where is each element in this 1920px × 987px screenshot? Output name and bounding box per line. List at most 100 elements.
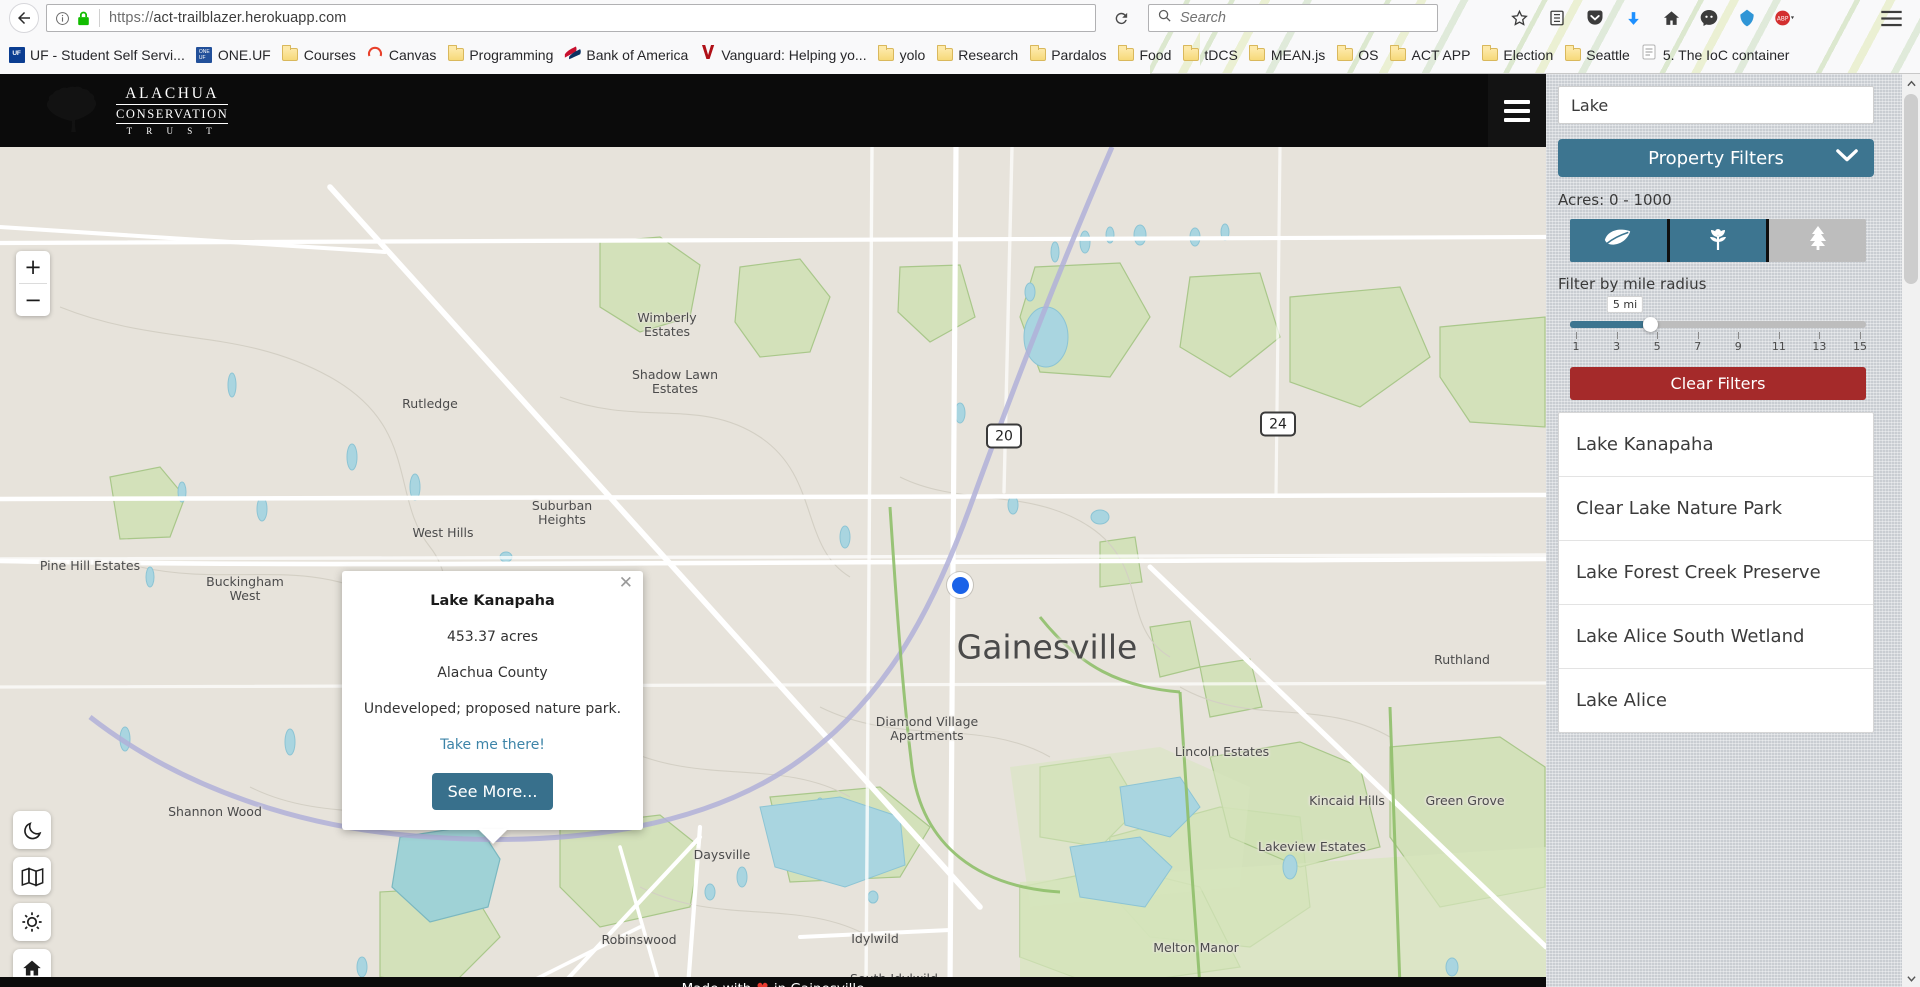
- settings-icon[interactable]: [13, 903, 51, 941]
- popup-pointer: [477, 829, 508, 844]
- sidebar-content: Property Filters Acres: 0 - 1000: [1546, 74, 1902, 987]
- page-info-icon[interactable]: [55, 11, 70, 26]
- sidebar-scrollbar[interactable]: [1902, 74, 1920, 987]
- chevron-up-icon[interactable]: [1902, 74, 1920, 92]
- chevron-down-icon[interactable]: [1902, 969, 1920, 987]
- bookmarks-bar: UF UF - Student Self Servi... ONE UF ONE.UF C…: [0, 36, 1920, 73]
- close-icon[interactable]: ✕: [619, 575, 633, 592]
- bookmark-icon: [936, 45, 953, 63]
- filter-toggle-sprout[interactable]: [1669, 219, 1770, 262]
- search-result-item[interactable]: Clear Lake Nature Park: [1559, 477, 1873, 541]
- zoom-out-button[interactable]: −: [16, 284, 50, 316]
- night-mode-icon[interactable]: [13, 811, 51, 849]
- star-icon[interactable]: [1500, 0, 1538, 36]
- logo-line-trust: T R U S T: [126, 125, 218, 136]
- folder-icon: [1182, 45, 1199, 61]
- bookmark-item[interactable]: Pardalos: [1025, 42, 1113, 68]
- bookmark-label: Vanguard: Helping yo...: [721, 46, 867, 63]
- bookmark-icon: [1390, 45, 1407, 63]
- search-result-item[interactable]: Lake Alice South Wetland: [1559, 605, 1873, 669]
- back-button[interactable]: [8, 2, 40, 34]
- bookmark-label: OS: [1358, 46, 1379, 63]
- bookmark-item[interactable]: tDCS: [1178, 42, 1244, 68]
- bookmark-item[interactable]: ONE UF ONE.UF: [192, 42, 278, 68]
- bookmark-item[interactable]: Research: [932, 42, 1025, 68]
- bookmark-item[interactable]: Food: [1113, 42, 1178, 68]
- lock-icon[interactable]: [77, 11, 90, 26]
- basemap-icon[interactable]: [13, 857, 51, 895]
- search-icon: [1157, 8, 1172, 28]
- bookmark-item[interactable]: Bank of America: [560, 42, 695, 68]
- search-result-item[interactable]: Lake Kanapaha: [1559, 413, 1873, 477]
- browser-menu-button[interactable]: [1872, 0, 1910, 36]
- footer-suffix: in Gainesville: [774, 981, 865, 987]
- bookmark-item[interactable]: UF UF - Student Self Servi...: [4, 42, 192, 68]
- bookmark-item[interactable]: yolo: [874, 42, 933, 68]
- site-logo[interactable]: ALACHUA CONSERVATION T R U S T: [42, 82, 229, 138]
- slider-tick-label: 11: [1771, 340, 1786, 353]
- bookmark-label: UF - Student Self Servi...: [30, 46, 185, 63]
- site-nav-toggle-button[interactable]: [1488, 74, 1546, 147]
- property-filters-header[interactable]: Property Filters: [1558, 139, 1874, 177]
- bookmark-item[interactable]: MEAN.js: [1245, 42, 1332, 68]
- slider-tick-label: 5: [1653, 340, 1661, 353]
- reload-button[interactable]: [1107, 4, 1135, 32]
- bookmark-item[interactable]: OS: [1332, 42, 1385, 68]
- pocket-icon[interactable]: [1576, 0, 1614, 36]
- bookmark-icon: [447, 45, 464, 63]
- downloads-icon[interactable]: [1614, 0, 1652, 36]
- bookmark-icon: [564, 46, 582, 63]
- clear-filters-button[interactable]: Clear Filters: [1570, 367, 1866, 400]
- url-text: https://act-trailblazer.herokuapp.com: [109, 10, 346, 26]
- popup-county: Alachua County: [437, 665, 548, 681]
- folder-icon: [936, 45, 953, 61]
- bookmark-label: Courses: [303, 46, 356, 63]
- bookmark-item[interactable]: Vanguard: Helping yo...: [695, 42, 873, 68]
- search-input[interactable]: [1558, 86, 1874, 124]
- search-result-item[interactable]: Lake Forest Creek Preserve: [1559, 541, 1873, 605]
- bookmark-item[interactable]: Programming: [443, 42, 560, 68]
- map-canvas[interactable]: Wimberly Estates Shadow Lawn Estates Rutle…: [0, 147, 1546, 987]
- bookmark-item[interactable]: Courses: [278, 42, 363, 68]
- bookmark-label: Food: [1139, 46, 1172, 63]
- radius-slider-track[interactable]: [1570, 317, 1866, 332]
- messenger-icon[interactable]: [1690, 0, 1728, 36]
- bookmark-item[interactable]: Seattle: [1560, 42, 1637, 68]
- one-uf-icon: ONE UF: [196, 46, 213, 63]
- slider-tick-mark: [1657, 332, 1659, 339]
- grammarly-icon[interactable]: [1728, 0, 1766, 36]
- bookmark-item[interactable]: ACT APP: [1386, 42, 1478, 68]
- logo-line-conservation: CONSERVATION: [116, 106, 229, 121]
- bookmark-icon: [1029, 45, 1046, 63]
- bookmark-icon: [1336, 45, 1353, 63]
- url-bar[interactable]: https://act-trailblazer.herokuapp.com: [46, 4, 1096, 32]
- radius-slider-thumb[interactable]: [1643, 317, 1658, 332]
- adblock-plus-icon[interactable]: ABP: [1766, 0, 1804, 36]
- bookmark-item[interactable]: Canvas: [363, 42, 443, 68]
- bookmark-item[interactable]: Election: [1477, 42, 1560, 68]
- user-location-marker: [947, 572, 973, 598]
- bookmark-label: ONE.UF: [217, 46, 271, 63]
- popup-title: Lake Kanapaha: [430, 593, 555, 609]
- radius-value-bubble: 5 mi: [1606, 296, 1644, 313]
- search-result-item[interactable]: Lake Alice: [1559, 669, 1873, 732]
- property-type-toggles: [1570, 219, 1866, 262]
- property-sidebar: Property Filters Acres: 0 - 1000: [1546, 74, 1920, 987]
- see-more-button[interactable]: See More...: [431, 773, 554, 810]
- zoom-in-button[interactable]: +: [16, 251, 50, 283]
- map-popup[interactable]: ✕ Lake Kanapaha 453.37 acres Alachua Cou…: [342, 571, 643, 844]
- home-icon[interactable]: [1652, 0, 1690, 36]
- sidebar-scrollbar-thumb[interactable]: [1904, 94, 1918, 284]
- folder-icon: [1249, 45, 1266, 61]
- menu-bar: [1504, 99, 1530, 104]
- bookmark-item[interactable]: 5. The IoC container: [1637, 42, 1797, 68]
- map-tool-buttons: [13, 811, 53, 987]
- bookmark-icon: [1564, 45, 1581, 63]
- take-me-there-link[interactable]: Take me there!: [358, 737, 627, 753]
- acres-range-label: Acres: 0 - 1000: [1558, 191, 1672, 209]
- browser-search-bar[interactable]: Search: [1148, 4, 1438, 32]
- menu-bar: [1504, 108, 1530, 113]
- filter-toggle-pine-tree[interactable]: [1769, 219, 1866, 262]
- library-icon[interactable]: [1538, 0, 1576, 36]
- filter-toggle-leaf[interactable]: [1570, 219, 1670, 262]
